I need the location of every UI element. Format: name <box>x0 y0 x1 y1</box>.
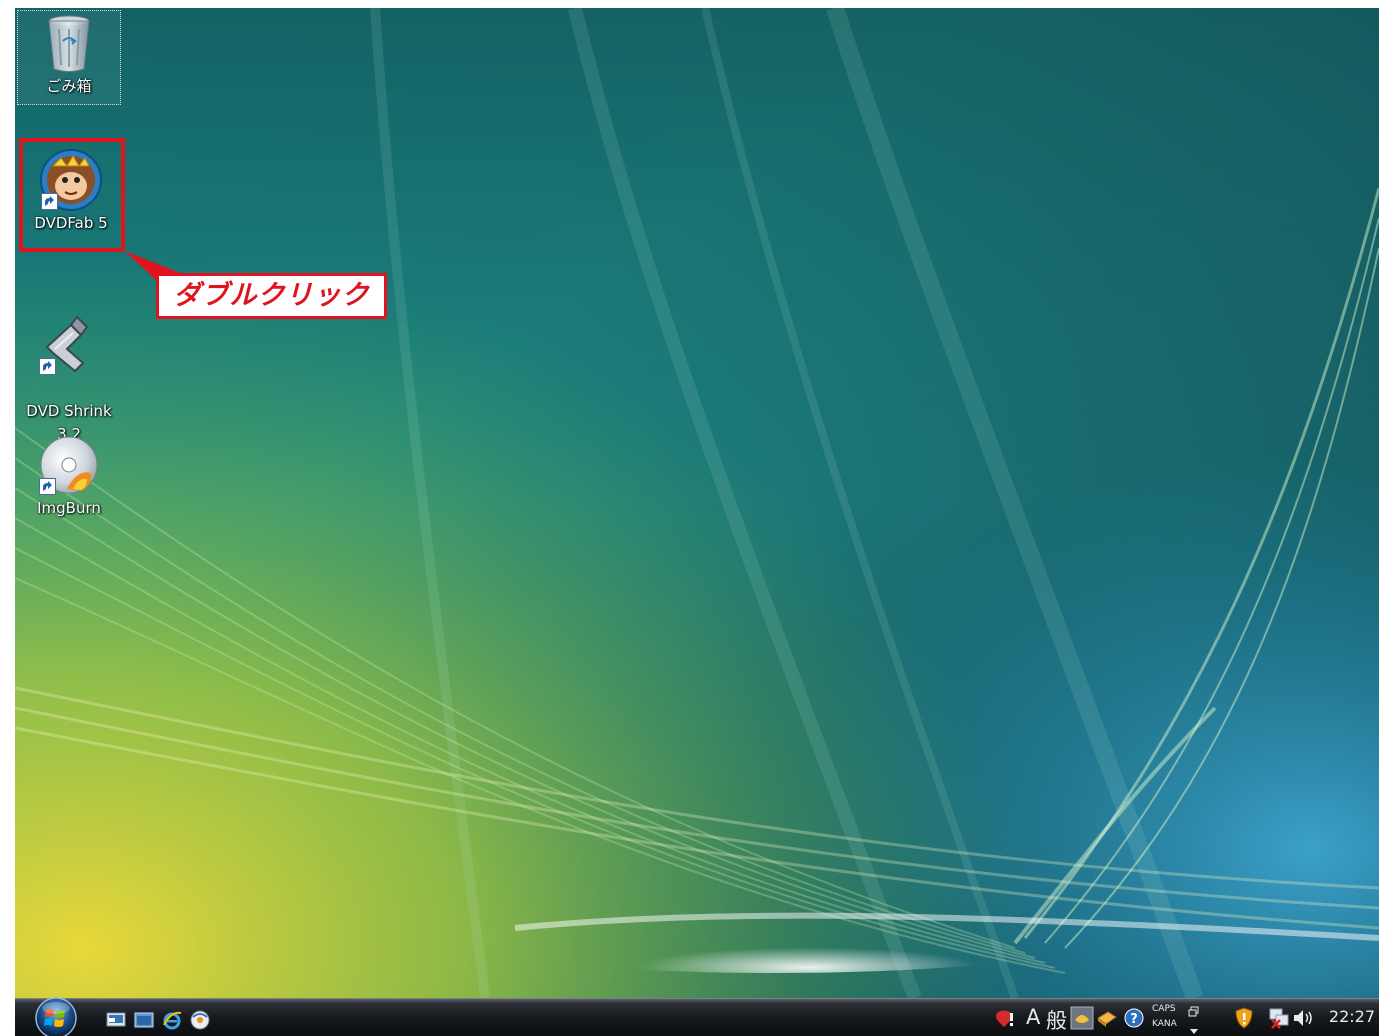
desktop-icon-label: DVDFab 5 <box>34 214 108 232</box>
recycle-bin-icon <box>37 11 101 75</box>
imgburn-icon <box>37 433 101 497</box>
switch-windows-icon[interactable] <box>133 1009 155 1031</box>
help-icon[interactable]: ? <box>1124 1008 1144 1032</box>
shortcut-arrow-icon <box>41 193 58 210</box>
language-bar-icon[interactable] <box>994 1009 1016 1033</box>
dvdfab-icon <box>39 148 103 212</box>
desktop-icon-label: ImgBurn <box>37 499 101 517</box>
instruction-callout: ダブルクリック <box>156 273 387 319</box>
kana-indicator: KANA <box>1152 1019 1177 1029</box>
screen: ごみ箱 DVDFab 5 DVD Shrink 3.2 ImgBurn ダブルク… <box>15 8 1379 1036</box>
show-desktop-icon[interactable] <box>105 1009 127 1031</box>
internet-explorer-icon[interactable] <box>161 1009 183 1031</box>
taskbar: A 般 ? CAPS KANA 22:27 <box>15 996 1379 1036</box>
ime-input-mode[interactable]: A <box>1026 1005 1040 1029</box>
svg-text:?: ? <box>1130 1012 1138 1027</box>
start-button[interactable] <box>29 996 83 1036</box>
desktop-icon-imgburn[interactable]: ImgBurn <box>17 433 121 520</box>
media-player-icon[interactable] <box>189 1009 211 1031</box>
desktop-icon-dvdfab[interactable]: DVDFab 5 <box>19 148 123 235</box>
restore-icon[interactable] <box>1188 1003 1200 1022</box>
desktop[interactable]: ごみ箱 DVDFab 5 DVD Shrink 3.2 ImgBurn ダブルク… <box>15 8 1379 998</box>
desktop-icon-label: ごみ箱 <box>46 77 92 95</box>
chevron-down-icon[interactable] <box>1189 1021 1199 1036</box>
network-disconnected-icon[interactable] <box>1268 1007 1290 1033</box>
ime-pad-icon[interactable] <box>1096 1008 1118 1032</box>
shortcut-arrow-icon <box>39 358 56 375</box>
caps-indicator: CAPS <box>1152 1004 1176 1014</box>
wallpaper <box>15 8 1379 998</box>
shortcut-arrow-icon <box>39 478 56 495</box>
ime-toolbar-icon[interactable] <box>1070 1006 1094 1034</box>
volume-icon[interactable] <box>1292 1008 1314 1032</box>
notification-area: A 般 ? CAPS KANA 22:27 <box>984 999 1379 1036</box>
security-alert-icon[interactable] <box>1234 1007 1254 1033</box>
clock[interactable]: 22:27 <box>1329 1007 1375 1026</box>
desktop-icon-recycle-bin[interactable]: ごみ箱 <box>17 10 121 105</box>
ime-conversion-mode[interactable]: 般 <box>1046 1005 1067 1035</box>
dvd-shrink-icon <box>37 313 101 377</box>
